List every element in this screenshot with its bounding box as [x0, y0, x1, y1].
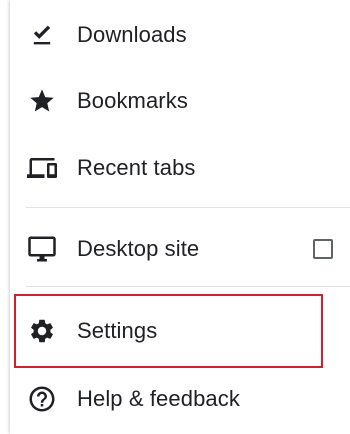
star-icon — [26, 85, 58, 117]
menu-item-downloads[interactable]: Downloads — [10, 2, 350, 68]
overflow-menu: Downloads Bookmarks Recent tabs Desktop … — [10, 0, 350, 434]
menu-item-help-feedback[interactable]: Help & feedback — [10, 366, 350, 432]
menu-item-label: Bookmarks — [77, 88, 188, 113]
menu-item-desktop-site[interactable]: Desktop site — [10, 216, 350, 282]
desktop-site-checkbox[interactable] — [313, 239, 333, 259]
download-done-icon — [26, 19, 58, 51]
menu-item-label: Desktop site — [77, 236, 200, 261]
menu-item-label: Downloads — [77, 22, 187, 47]
menu-item-label: Recent tabs — [77, 155, 196, 180]
menu-item-label: Settings — [77, 318, 158, 343]
menu-item-bookmarks[interactable]: Bookmarks — [10, 68, 350, 134]
menu-item-settings[interactable]: Settings — [10, 298, 350, 364]
background-text-fragment — [0, 186, 6, 194]
desktop-icon — [26, 233, 58, 265]
menu-divider — [26, 207, 350, 208]
help-icon — [26, 383, 58, 415]
devices-icon — [26, 152, 58, 184]
menu-divider — [26, 286, 350, 287]
menu-item-label: Help & feedback — [77, 386, 240, 411]
menu-item-recent-tabs[interactable]: Recent tabs — [10, 135, 350, 201]
gear-icon — [26, 315, 58, 347]
